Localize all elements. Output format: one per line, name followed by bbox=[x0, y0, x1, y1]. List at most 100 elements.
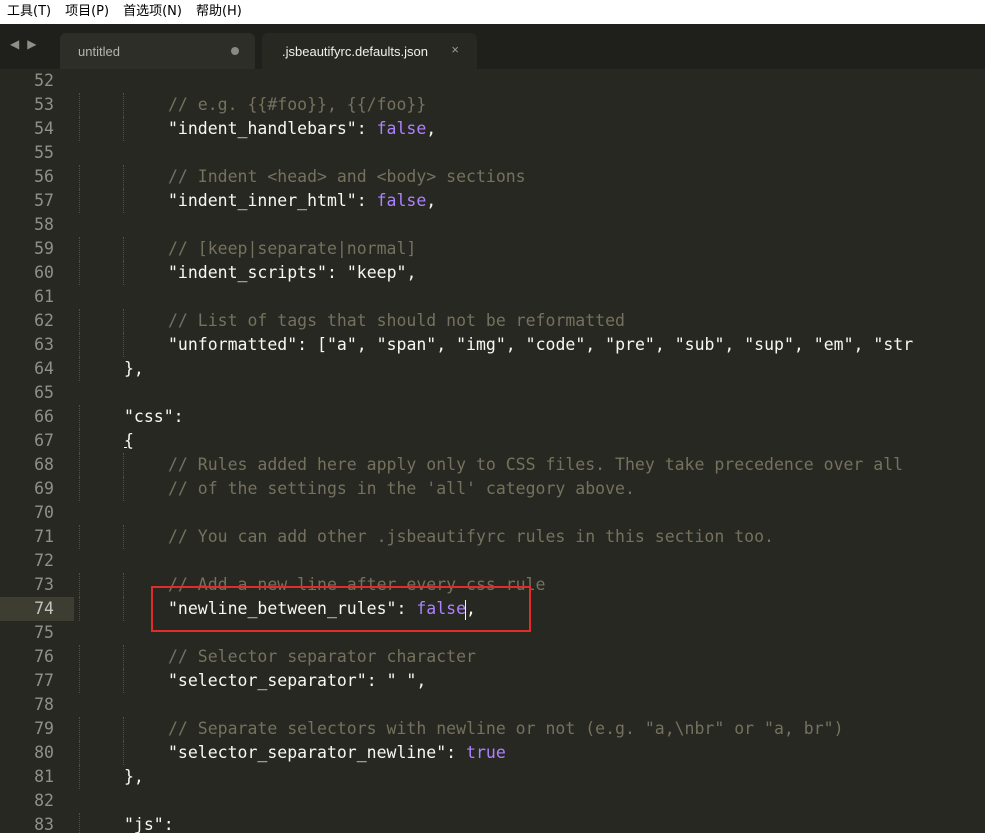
line-number: 67 bbox=[34, 431, 54, 450]
code-token: "newline_between_rules" bbox=[168, 599, 397, 618]
code-line[interactable]: 57 "indent_inner_html": false, bbox=[0, 189, 985, 213]
code-line[interactable]: 81}, bbox=[0, 765, 985, 789]
code-line[interactable]: 53 // e.g. {{#foo}}, {{/foo}} bbox=[0, 93, 985, 117]
indent-guide bbox=[79, 357, 80, 381]
menu-bar: 工具(T) 项目(P) 首选项(N) 帮助(H) bbox=[0, 0, 985, 24]
code-line[interactable]: 75 bbox=[0, 621, 985, 645]
code-line[interactable]: 54 "indent_handlebars": false, bbox=[0, 117, 985, 141]
indent-guide bbox=[79, 597, 80, 621]
code-line[interactable]: 61 bbox=[0, 285, 985, 309]
indent-guide bbox=[123, 237, 124, 261]
line-number: 73 bbox=[34, 575, 54, 594]
code-line[interactable]: 59 // [keep|separate|normal] bbox=[0, 237, 985, 261]
menu-preferences[interactable]: 首选项(N) bbox=[116, 0, 189, 24]
code-line[interactable]: 78 bbox=[0, 693, 985, 717]
code-token: "css" bbox=[124, 407, 174, 426]
code-token: : bbox=[326, 263, 347, 282]
code-token: "js" bbox=[124, 815, 164, 833]
indent-guide bbox=[123, 261, 124, 285]
code-text: // Add a new line after every css rule bbox=[168, 573, 546, 597]
code-token: // Selector separator character bbox=[168, 647, 476, 666]
code-line[interactable]: 64}, bbox=[0, 357, 985, 381]
line-number: 60 bbox=[34, 263, 54, 282]
menu-help[interactable]: 帮助(H) bbox=[189, 0, 249, 24]
code-line[interactable]: 68 // Rules added here apply only to CSS … bbox=[0, 453, 985, 477]
code-token: "img" bbox=[456, 335, 506, 354]
indent-guide bbox=[79, 645, 80, 669]
code-token: // e.g. {{#foo}}, {{/foo}} bbox=[168, 95, 427, 114]
code-token: "sup" bbox=[744, 335, 794, 354]
code-line[interactable]: 74 "newline_between_rules": false, bbox=[0, 597, 985, 621]
forward-arrow-icon[interactable]: ▶ bbox=[27, 37, 36, 51]
code-text: "css": bbox=[124, 405, 184, 429]
code-line[interactable]: 56 // Indent <head> and <body> sections bbox=[0, 165, 985, 189]
indent-guide bbox=[123, 189, 124, 213]
line-number: 57 bbox=[34, 191, 54, 210]
code-line[interactable]: 76 // Selector separator character bbox=[0, 645, 985, 669]
code-line[interactable]: 72 bbox=[0, 549, 985, 573]
code-token: // List of tags that should not be refor… bbox=[168, 311, 625, 330]
code-text: { bbox=[124, 429, 134, 453]
indent-guide bbox=[123, 525, 124, 549]
code-text: "js": bbox=[124, 813, 174, 833]
code-token: "indent_scripts" bbox=[168, 263, 327, 282]
indent-guide bbox=[123, 93, 124, 117]
code-line[interactable]: 52 bbox=[0, 69, 985, 93]
code-line[interactable]: 82 bbox=[0, 789, 985, 813]
close-icon[interactable]: × bbox=[451, 42, 459, 57]
code-line[interactable]: 66 "css": bbox=[0, 405, 985, 429]
code-token: }, bbox=[124, 359, 144, 378]
back-arrow-icon[interactable]: ◀ bbox=[10, 37, 19, 51]
code-line[interactable]: 77 "selector_separator": " ", bbox=[0, 669, 985, 693]
code-line[interactable]: 70 bbox=[0, 501, 985, 525]
code-token: : bbox=[173, 407, 184, 426]
code-token: : bbox=[356, 191, 377, 210]
code-text: // Separate selectors with newline or no… bbox=[168, 717, 844, 741]
code-text: "newline_between_rules": false, bbox=[168, 597, 476, 621]
line-number: 62 bbox=[34, 311, 54, 330]
code-token: "unformatted" bbox=[168, 335, 298, 354]
menu-project[interactable]: 项目(P) bbox=[58, 0, 116, 24]
line-number: 66 bbox=[34, 407, 54, 426]
line-number: 52 bbox=[34, 71, 54, 90]
code-line[interactable]: 83 "js": bbox=[0, 813, 985, 833]
code-editor[interactable]: 52 53 // e.g. {{#foo}}, {{/foo}} 54 "indent_… bbox=[0, 69, 985, 833]
code-line[interactable]: 58 bbox=[0, 213, 985, 237]
code-token: false bbox=[376, 119, 427, 138]
code-line[interactable]: 69 // of the settings in the 'all' catego… bbox=[0, 477, 985, 501]
code-token: , bbox=[585, 335, 606, 354]
tab-jsbeautifyrc-defaults[interactable]: .jsbeautifyrc.defaults.json × bbox=[262, 33, 477, 69]
code-token: , bbox=[793, 335, 814, 354]
code-line[interactable]: 55 bbox=[0, 141, 985, 165]
code-line[interactable]: 62 // List of tags that should not be ref… bbox=[0, 309, 985, 333]
code-token: "a" bbox=[326, 335, 357, 354]
code-line[interactable]: 65 bbox=[0, 381, 985, 405]
code-token: "sub" bbox=[674, 335, 725, 354]
code-line[interactable]: 79 // Separate selectors with newline or … bbox=[0, 717, 985, 741]
line-number: 71 bbox=[34, 527, 54, 546]
code-line[interactable]: 80 "selector_separator_newline": true bbox=[0, 741, 985, 765]
code-text: // Rules added here apply only to CSS fi… bbox=[168, 453, 903, 477]
menu-tools[interactable]: 工具(T) bbox=[0, 0, 58, 24]
code-line[interactable]: 67 { bbox=[0, 429, 985, 453]
code-token: "em" bbox=[813, 335, 854, 354]
code-line[interactable]: 60 "indent_scripts": "keep", bbox=[0, 261, 985, 285]
code-text: "unformatted": ["a", "span", "img", "cod… bbox=[168, 333, 913, 357]
tab-untitled[interactable]: untitled bbox=[60, 33, 255, 69]
code-line[interactable]: 71 // You can add other .jsbeautifyrc rul… bbox=[0, 525, 985, 549]
unsaved-dot-icon[interactable] bbox=[231, 47, 239, 55]
indent-guide bbox=[79, 261, 80, 285]
code-line[interactable]: 63 "unformatted": ["a", "span", "img", "c… bbox=[0, 333, 985, 357]
code-line[interactable]: 73 // Add a new line after every css rule bbox=[0, 573, 985, 597]
code-token: // Separate selectors with newline or no… bbox=[168, 719, 844, 738]
code-token: , bbox=[426, 119, 437, 138]
code-text: // You can add other .jsbeautifyrc rules… bbox=[168, 525, 774, 549]
indent-guide bbox=[79, 813, 80, 833]
code-token: , bbox=[654, 335, 675, 354]
line-number: 78 bbox=[34, 695, 54, 714]
code-text: "indent_inner_html": false, bbox=[168, 189, 436, 213]
code-token: "keep" bbox=[346, 263, 407, 282]
indent-guide bbox=[123, 573, 124, 597]
code-text: // e.g. {{#foo}}, {{/foo}} bbox=[168, 93, 426, 117]
line-number: 75 bbox=[34, 623, 54, 642]
